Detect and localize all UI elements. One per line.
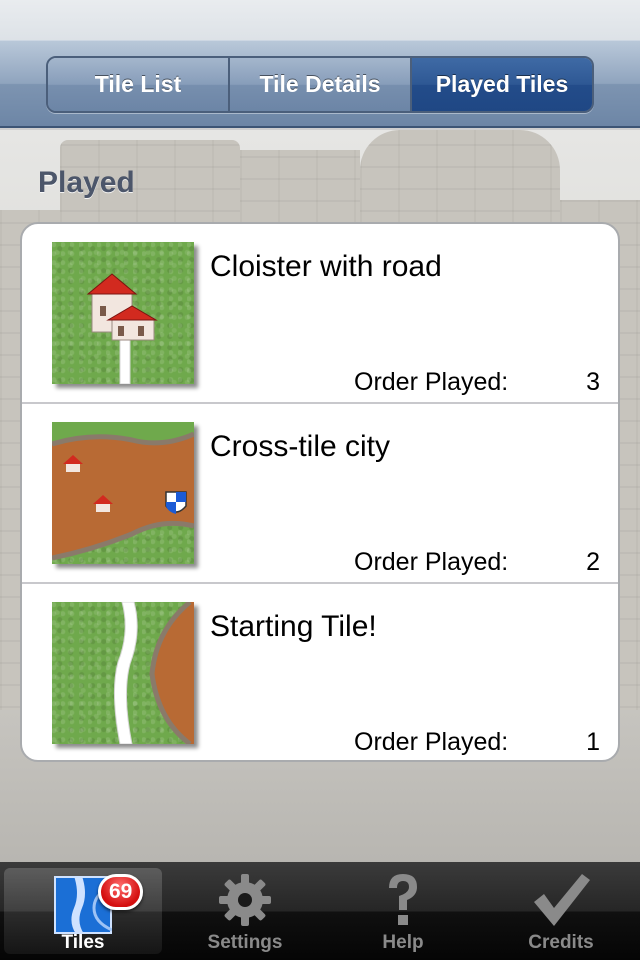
tab-help[interactable]: Help [324, 862, 482, 960]
table-row[interactable]: Cross-tile city Order Played: 2 [22, 404, 618, 584]
order-played-label: Order Played: [354, 548, 509, 576]
city-tile-icon [52, 422, 194, 564]
checkmark-icon [530, 870, 592, 935]
navigation-bar: Tile List Tile Details Played Tiles [0, 40, 640, 128]
section-header-played: Played [38, 166, 135, 199]
tab-tile-details[interactable]: Tile Details [230, 58, 412, 111]
order-played-value: 2 [586, 548, 600, 576]
cloister-road-tile-icon [52, 242, 194, 384]
tab-played-tiles[interactable]: Played Tiles [412, 58, 592, 111]
tab-tile-list[interactable]: Tile List [48, 58, 230, 111]
order-played-label: Order Played: [354, 368, 509, 396]
tile-name: Cross-tile city [210, 430, 391, 463]
tab-settings[interactable]: Settings [166, 862, 324, 960]
segmented-control: Tile List Tile Details Played Tiles [46, 56, 594, 113]
notification-badge: 69 [98, 874, 144, 910]
question-icon [383, 870, 423, 935]
order-played-label: Order Played: [354, 728, 509, 756]
starting-tile-icon [52, 602, 194, 744]
played-tiles-table: Cloister with road Order Played: 3 Cross… [20, 222, 620, 762]
tab-label: Help [382, 932, 424, 953]
tile-name: Starting Tile! [210, 610, 377, 643]
tile-name: Cloister with road [210, 250, 442, 283]
table-row[interactable]: Starting Tile! Order Played: 1 [22, 584, 618, 760]
tab-label: Settings [207, 932, 283, 953]
order-played-value: 1 [586, 728, 600, 756]
status-bar [0, 0, 640, 40]
table-row[interactable]: Cloister with road Order Played: 3 [22, 224, 618, 404]
tab-bar: 69 Tiles Settings Help Credits [0, 862, 640, 960]
gear-icon [215, 870, 275, 935]
tab-label: Credits [528, 932, 594, 953]
tab-tiles[interactable]: 69 Tiles [4, 868, 162, 954]
tab-credits[interactable]: Credits [482, 862, 640, 960]
order-played-value: 3 [586, 368, 600, 396]
